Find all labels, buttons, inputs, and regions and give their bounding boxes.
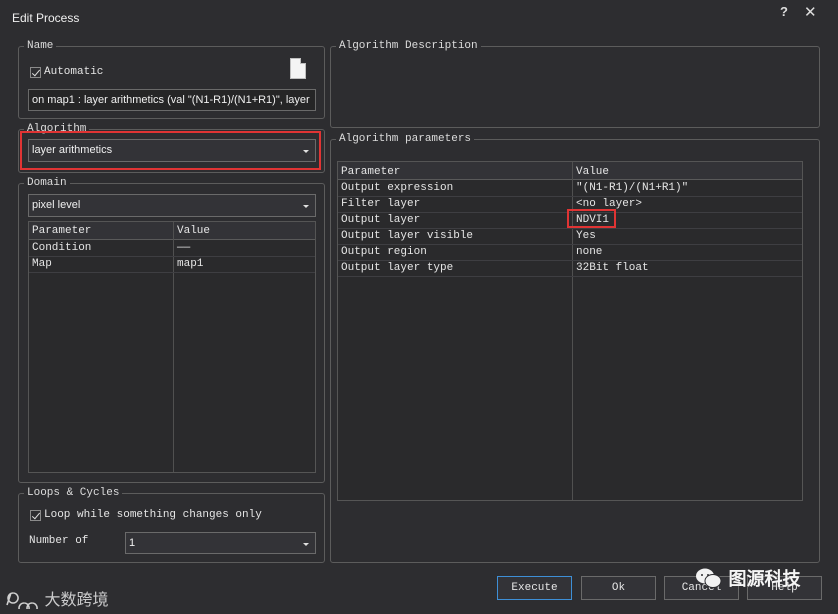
number-of-select[interactable]: 1 xyxy=(125,532,316,554)
row-divider xyxy=(338,276,802,277)
close-icon[interactable]: ✕ xyxy=(804,3,817,21)
number-of-label: Number of xyxy=(29,535,89,547)
wechat-icon xyxy=(696,568,722,588)
loop-checkbox[interactable] xyxy=(30,510,41,521)
table-row-param[interactable]: Output region xyxy=(341,246,427,258)
ok-button[interactable]: Ok xyxy=(581,576,656,600)
table-row-value[interactable]: 32Bit float xyxy=(576,262,649,274)
loop-label: Loop while something changes only xyxy=(44,509,262,521)
table-row-value[interactable]: map1 xyxy=(177,258,203,270)
window-title: Edit Process xyxy=(12,11,80,25)
description-group-legend: Algorithm Description xyxy=(339,40,478,52)
process-name-field[interactable]: on map1 : layer arithmetics (val "(N1-R1… xyxy=(28,89,316,111)
column-header-value: Value xyxy=(576,166,610,178)
help-icon[interactable]: ? xyxy=(780,4,788,19)
output-layer-highlight-box xyxy=(567,209,616,228)
table-header xyxy=(338,162,802,180)
table-row-value[interactable]: —— xyxy=(177,242,190,254)
table-row-param[interactable]: Map xyxy=(32,258,52,270)
table-row-value[interactable]: none xyxy=(576,246,602,258)
row-divider xyxy=(338,260,802,261)
table-row-param[interactable]: Output layer xyxy=(341,214,420,226)
watermark-right: 图源科技 xyxy=(694,565,800,591)
title-bar: Edit Process ? ✕ xyxy=(0,0,838,34)
document-icon[interactable] xyxy=(290,58,306,79)
row-divider xyxy=(29,272,315,273)
watermark-logo-icon xyxy=(6,592,38,614)
watermark-left-text: 大数跨境 xyxy=(44,592,109,609)
table-row-param[interactable]: Filter layer xyxy=(341,198,420,210)
automatic-label: Automatic xyxy=(44,66,104,78)
name-group-legend: Name xyxy=(27,40,54,52)
column-header-parameter: Parameter xyxy=(341,166,401,178)
chevron-down-icon xyxy=(303,205,309,208)
automatic-checkbox[interactable] xyxy=(30,67,41,78)
domain-parameter-table: Parameter Value Condition —— Map map1 xyxy=(28,221,316,473)
domain-group-legend: Domain xyxy=(27,177,67,189)
chevron-down-icon xyxy=(303,543,309,546)
description-group: Algorithm Description xyxy=(330,40,820,128)
column-header-parameter: Parameter xyxy=(32,225,92,237)
number-of-value: 1 xyxy=(129,537,136,549)
row-divider xyxy=(338,228,802,229)
execute-button[interactable]: Execute xyxy=(497,576,572,600)
row-divider xyxy=(29,256,315,257)
column-header-value: Value xyxy=(177,225,211,237)
table-row-value[interactable]: "(N1-R1)/(N1+R1)" xyxy=(576,182,688,194)
table-row-value[interactable]: Yes xyxy=(576,230,596,242)
algorithm-highlight-box xyxy=(20,131,321,170)
watermark-right-text: 图源科技 xyxy=(728,569,801,589)
domain-select[interactable]: pixel level xyxy=(28,194,316,217)
column-divider xyxy=(173,222,174,472)
table-row-param[interactable]: Output expression xyxy=(341,182,453,194)
table-row-param[interactable]: Output layer type xyxy=(341,262,453,274)
table-row-param[interactable]: Output layer visible xyxy=(341,230,473,242)
parameters-group-legend: Algorithm parameters xyxy=(339,133,472,145)
row-divider xyxy=(338,196,802,197)
loops-group-legend: Loops & Cycles xyxy=(27,487,120,499)
watermark-left: 大数跨境 xyxy=(4,586,109,614)
table-row-param[interactable]: Condition xyxy=(32,242,91,254)
domain-select-value: pixel level xyxy=(32,199,81,211)
row-divider xyxy=(338,244,802,245)
